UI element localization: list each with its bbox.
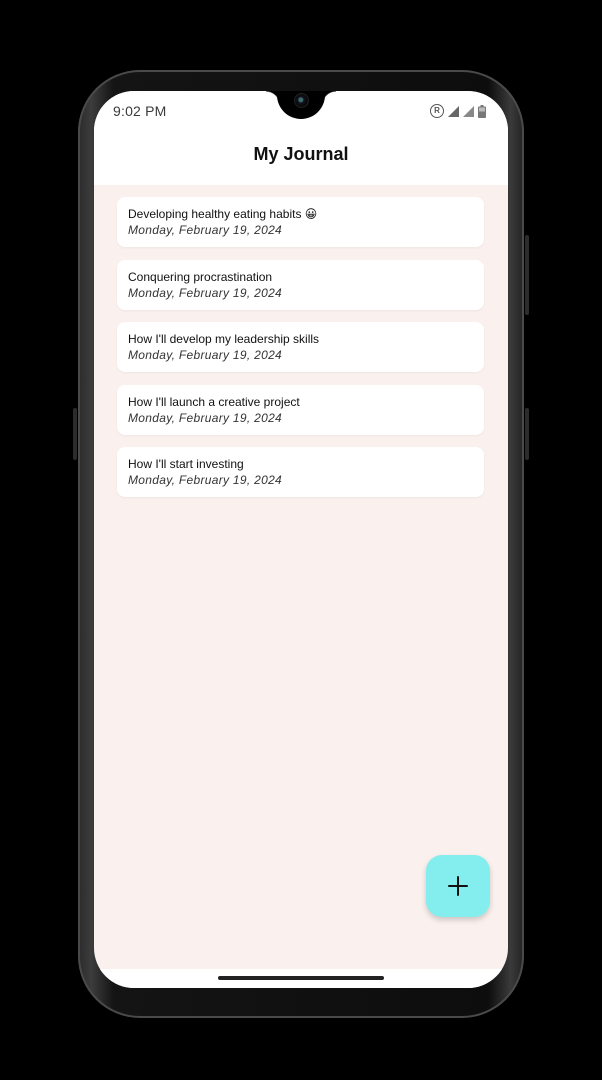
home-indicator[interactable]: [218, 976, 384, 980]
entry-title: Conquering procrastination: [128, 269, 273, 284]
entry-title: How I'll start investing: [128, 457, 244, 472]
power-button: [525, 235, 529, 315]
entry-title: How I'll launch a creative project: [128, 394, 300, 409]
camera-icon: [294, 93, 309, 108]
entry-title: Developing healthy eating habits 😀: [128, 207, 318, 221]
status-icons: R: [430, 103, 486, 119]
journal-entry-card[interactable]: How I'll develop my leadership skills Mo…: [117, 322, 484, 373]
add-entry-button[interactable]: [426, 855, 490, 917]
entry-date: Monday, February 19, 2024: [128, 348, 283, 363]
journal-entry-card[interactable]: Conquering procrastination Monday, Febru…: [117, 259, 484, 310]
entry-date: Monday, February 19, 2024: [128, 410, 283, 425]
entry-date: Monday, February 19, 2024: [128, 473, 283, 488]
journal-list: Developing healthy eating habits 😀 Monda…: [117, 197, 484, 510]
plus-icon: [448, 876, 468, 896]
journal-entry-card[interactable]: Developing healthy eating habits 😀 Monda…: [117, 197, 484, 247]
registered-icon: R: [430, 104, 444, 118]
entry-title: How I'll develop my leadership skills: [128, 332, 320, 347]
entry-date: Monday, February 19, 2024: [128, 285, 283, 300]
signal-icon: [463, 105, 474, 117]
app-screen: 9:02 PM R My Journal Developing healthy …: [94, 91, 508, 988]
signal-icon: [448, 105, 459, 117]
device-mockup: 9:02 PM R My Journal Developing healthy …: [0, 0, 602, 1080]
volume-button: [73, 408, 77, 460]
entry-date: Monday, February 19, 2024: [128, 223, 283, 237]
side-button: [525, 408, 529, 460]
journal-entry-card[interactable]: How I'll launch a creative project Monda…: [117, 384, 484, 435]
journal-entry-card[interactable]: How I'll start investing Monday, Februar…: [117, 447, 484, 498]
page-title: My Journal: [253, 144, 349, 164]
status-time: 9:02 PM: [113, 103, 167, 119]
battery-icon: [478, 104, 486, 118]
